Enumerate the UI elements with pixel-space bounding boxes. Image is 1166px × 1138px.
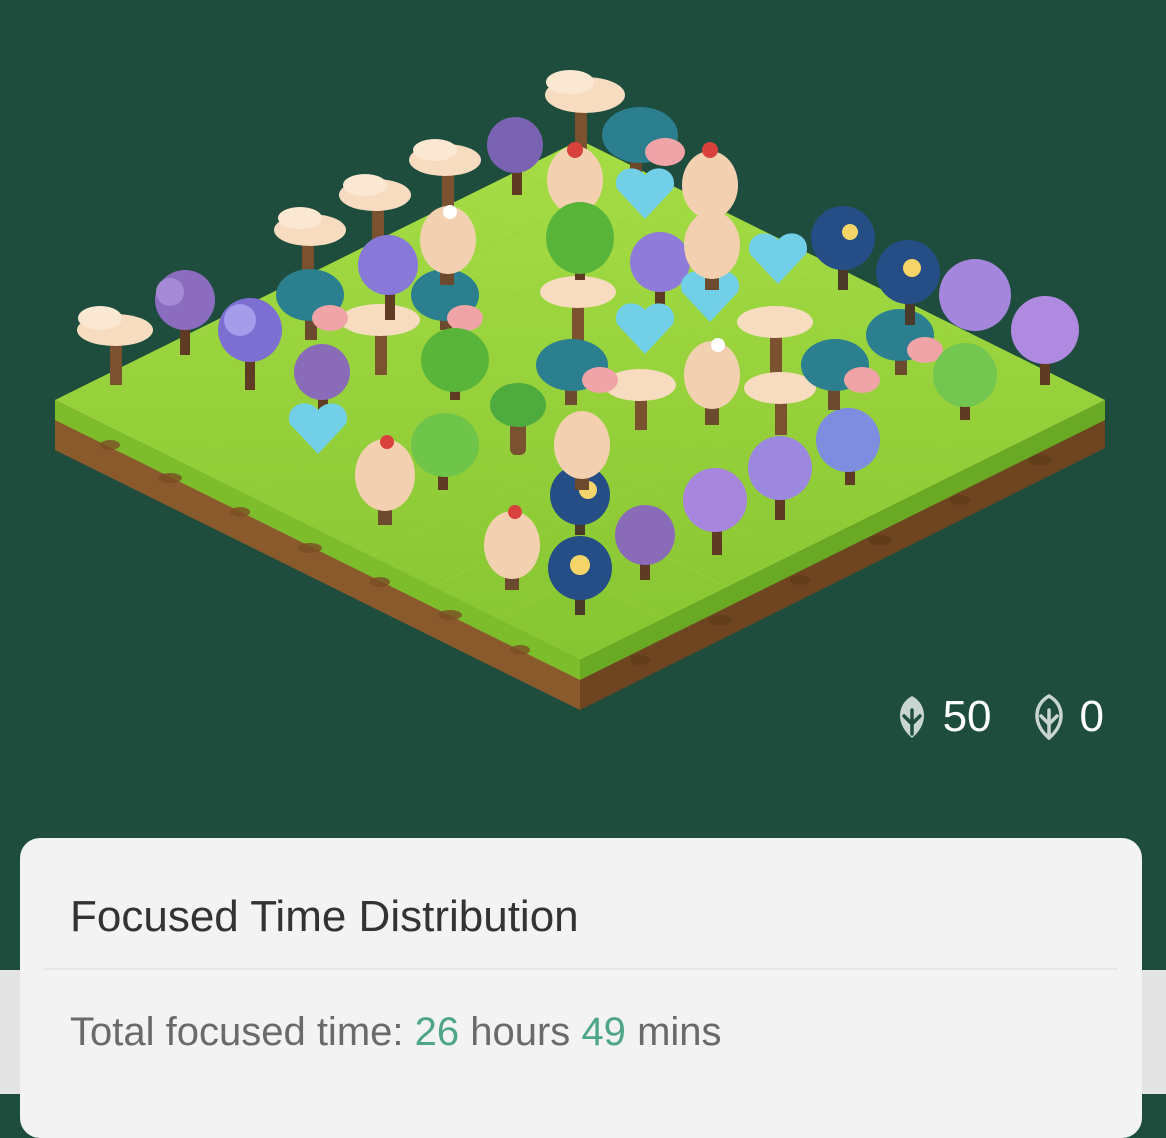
healthy-tree-stat: 50 bbox=[893, 692, 992, 742]
purple-tree bbox=[939, 259, 1011, 331]
withered-tree-badge-icon bbox=[1030, 694, 1068, 740]
total-label: Total focused time: bbox=[70, 1010, 404, 1054]
withered-tree-count: 0 bbox=[1079, 692, 1104, 741]
mins-value: 49 bbox=[581, 1010, 626, 1054]
withered-tree-stat: 0 bbox=[1030, 692, 1104, 742]
forest-island bbox=[55, 70, 1105, 710]
hours-unit: hours bbox=[470, 1010, 571, 1054]
healthy-tree-count: 50 bbox=[942, 692, 992, 741]
total-focused-time: Total focused time: 26 hours 49 mins bbox=[70, 1010, 722, 1055]
hours-value: 26 bbox=[414, 1010, 460, 1054]
card-divider bbox=[44, 968, 1118, 970]
tree-stats: 50 0 bbox=[893, 692, 1104, 742]
mins-unit: mins bbox=[637, 1010, 722, 1054]
focused-time-card: Focused Time Distribution Total focused … bbox=[20, 838, 1142, 1138]
card-title: Focused Time Distribution bbox=[70, 892, 579, 941]
healthy-tree-badge-icon bbox=[893, 694, 931, 740]
